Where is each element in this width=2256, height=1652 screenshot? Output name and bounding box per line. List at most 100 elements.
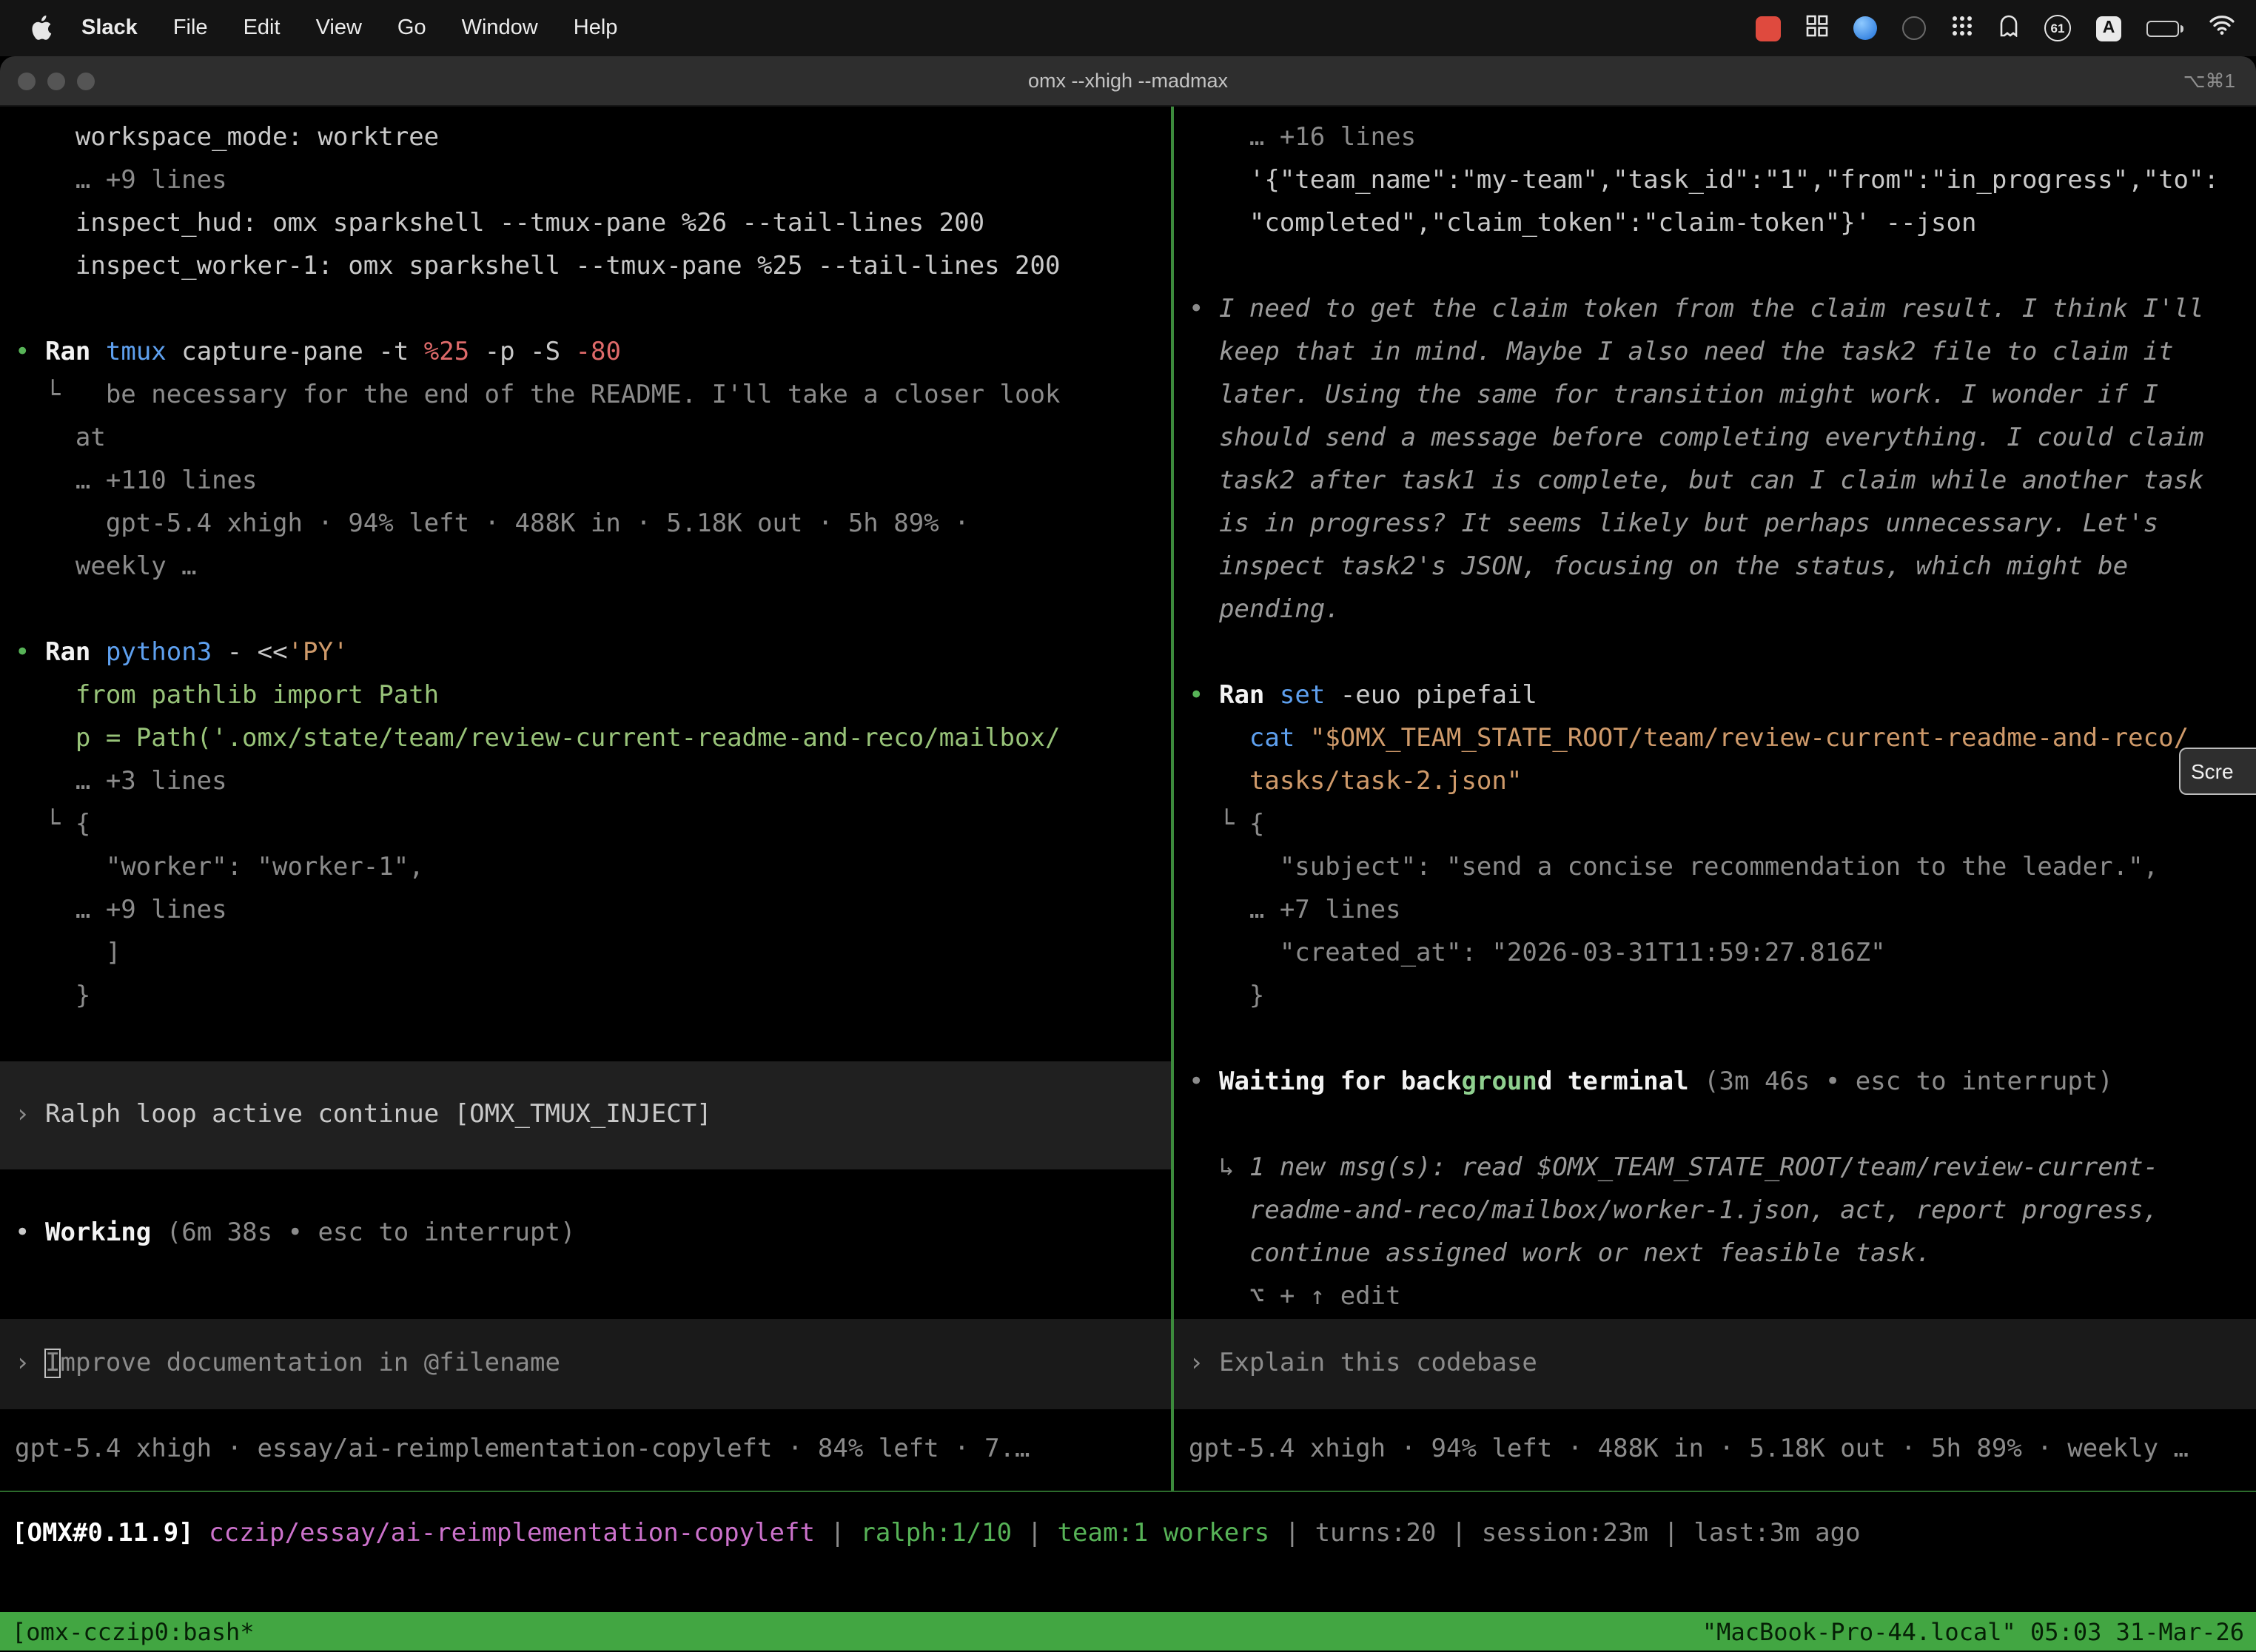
text-segment: └ {	[1189, 810, 1264, 839]
terminal-line	[1174, 1104, 2256, 1147]
text-segment: weekly …	[15, 552, 197, 582]
text-segment: •	[1189, 1067, 1219, 1097]
terminal-line: workspace_mode: worktree	[0, 117, 1171, 160]
composer-right[interactable]: › Explain this codebase	[1174, 1319, 2256, 1409]
traffic-lights	[0, 72, 95, 90]
terminal-line: '{"team_name":"my-team","task_id":"1","f…	[1174, 160, 2256, 203]
terminal-content: workspace_mode: worktree … +9 lines insp…	[0, 107, 2256, 1651]
menu-edit[interactable]: Edit	[226, 16, 298, 40]
steer-queue-line[interactable]: › Ralph loop active continue [OMX_TMUX_I…	[0, 1061, 1171, 1169]
terminal-line: … +9 lines	[0, 160, 1171, 203]
terminal-line: … +110 lines	[0, 460, 1171, 503]
text-segment: from pathlib import Path	[15, 681, 439, 711]
text-segment: d terminal	[1537, 1067, 1704, 1097]
blue-app-icon[interactable]	[1853, 16, 1877, 40]
dark-app-icon[interactable]	[1902, 16, 1926, 40]
text-segment: ›	[1189, 1349, 1219, 1378]
menu-go[interactable]: Go	[380, 16, 444, 40]
terminal-line: └ {	[0, 804, 1171, 847]
tmux-session-info: [omx-cczip0:bash*	[12, 1617, 255, 1645]
text-segment: -euo pipefail	[1325, 681, 1537, 711]
terminal-line	[0, 1018, 1171, 1061]
text-segment: }	[15, 981, 90, 1011]
apps-grid-icon[interactable]	[1951, 14, 1973, 42]
menu-items: SlackFileEditViewGoWindowHelp	[64, 16, 635, 40]
text-segment: }	[1189, 981, 1264, 1011]
battery-nub	[2181, 24, 2183, 32]
terminal-window: omx --xhigh --madmax ⌥⌘1 workspace_mode:…	[0, 56, 2256, 1652]
terminal-line	[0, 289, 1171, 332]
close-button[interactable]	[18, 72, 36, 90]
terminal-line	[0, 1169, 1171, 1212]
text-segment: Explain this codebase	[1219, 1349, 1537, 1378]
terminal-line: gpt-5.4 xhigh · 94% left · 488K in · 5.1…	[0, 503, 1171, 546]
text-segment: should send a message before completing …	[1189, 423, 2204, 453]
text-segment: •	[1189, 295, 1219, 324]
composer-right-text: › Explain this codebase	[1189, 1349, 1537, 1378]
terminal-line: … +9 lines	[0, 890, 1171, 933]
menu-help[interactable]: Help	[556, 16, 636, 40]
screen-recording-icon[interactable]	[1756, 16, 1781, 41]
terminal-line: cat "$OMX_TEAM_STATE_ROOT/team/review-cu…	[1174, 718, 2256, 761]
pane-left-rows: workspace_mode: worktree … +9 lines insp…	[0, 107, 1171, 1319]
ghost-icon[interactable]	[1998, 13, 2019, 43]
terminal-line: "completed","claim_token":"claim-token"}…	[1174, 203, 2256, 246]
text-segment: … +9 lines	[15, 896, 227, 925]
minimize-button[interactable]	[47, 72, 65, 90]
text-segment: tmux	[106, 338, 167, 367]
menu-view[interactable]: View	[298, 16, 380, 40]
battery-gauge-value: 61	[2051, 21, 2065, 36]
terminal-line: ]	[0, 933, 1171, 976]
terminal-line: keep that in mind. Maybe I also need the…	[1174, 332, 2256, 375]
terminal-line: should send a message before completing …	[1174, 417, 2256, 460]
text-segment: at	[15, 423, 106, 453]
menu-file[interactable]: File	[155, 16, 226, 40]
text-segment: |	[1269, 1519, 1315, 1548]
terminal-line: inspect_worker-1: omx sparkshell --tmux-…	[0, 246, 1171, 289]
terminal-line: "created_at": "2026-03-31T11:59:27.816Z"	[1174, 933, 2256, 976]
terminal-line: └ {	[1174, 804, 2256, 847]
text-segment: ]	[15, 939, 121, 968]
window-title-bar[interactable]: omx --xhigh --madmax ⌥⌘1	[0, 56, 2256, 107]
text-segment: •	[15, 638, 45, 668]
window-shortcut-hint: ⌥⌘1	[2183, 69, 2256, 93]
text-segment: … +9 lines	[15, 166, 227, 195]
text-segment: |	[1436, 1519, 1481, 1548]
pane-right[interactable]: … +16 lines '{"team_name":"my-team","tas…	[1174, 107, 2256, 1491]
text-segment: (3m 46s • esc to interrupt)	[1704, 1067, 2113, 1097]
terminal-line: … +16 lines	[1174, 117, 2256, 160]
text-segment: |	[815, 1519, 860, 1548]
window-grid-icon[interactable]	[1806, 14, 1828, 42]
pane-left[interactable]: workspace_mode: worktree … +9 lines insp…	[0, 107, 1171, 1491]
tmux-host-time: "MacBook-Pro-44.local" 05:03 31-Mar-26	[1702, 1617, 2244, 1645]
terminal-line: continue assigned work or next feasible …	[1174, 1233, 2256, 1276]
composer-left[interactable]: › Improve documentation in @filename	[0, 1319, 1171, 1409]
terminal-line: inspect task2's JSON, focusing on the st…	[1174, 546, 2256, 589]
tmux-panes: workspace_mode: worktree … +9 lines insp…	[0, 107, 2256, 1491]
terminal-line	[1174, 632, 2256, 675]
text-segment: session:23m	[1482, 1519, 1648, 1548]
battery-body	[2146, 20, 2179, 36]
text-segment: Ran	[1219, 681, 1280, 711]
terminal-line: at	[0, 417, 1171, 460]
terminal-line: }	[1174, 976, 2256, 1018]
apple-menu[interactable]	[30, 15, 52, 41]
battery-gauge-icon[interactable]: 61	[2044, 15, 2071, 41]
menu-slack[interactable]: Slack	[64, 16, 155, 40]
wifi-icon[interactable]	[2209, 15, 2235, 41]
battery-icon[interactable]	[2146, 20, 2183, 36]
text-segment: … +3 lines	[15, 767, 227, 796]
menu-window[interactable]: Window	[444, 16, 556, 40]
zoom-button[interactable]	[77, 72, 95, 90]
text-segment: inspect_worker-1: omx sparkshell --tmux-…	[15, 252, 1060, 281]
input-source-letter: A	[2103, 19, 2115, 37]
text-segment: - <<	[212, 638, 287, 668]
text-segment: 'PY'	[288, 638, 349, 668]
terminal-line: is in progress? It seems likely but perh…	[1174, 503, 2256, 546]
text-segment: -p -S	[469, 338, 575, 367]
input-source-icon[interactable]: A	[2096, 16, 2121, 41]
terminal-line	[1174, 1018, 2256, 1061]
terminal-line: p = Path('.omx/state/team/review-current…	[0, 718, 1171, 761]
text-segment: tasks/task-2.json"	[1189, 767, 1522, 796]
window-title: omx --xhigh --madmax	[0, 70, 2256, 92]
